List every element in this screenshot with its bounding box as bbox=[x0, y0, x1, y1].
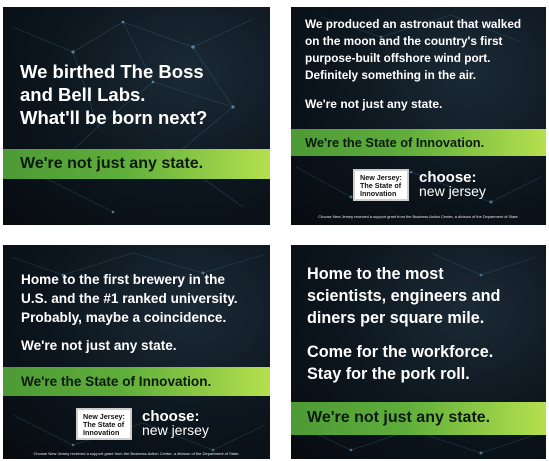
ad-panel-astronaut-wind-port: We produced an astronaut that walked on … bbox=[291, 7, 546, 225]
ad-4-headline-line-3: diners per square mile. bbox=[307, 309, 485, 327]
ad-4-band-text: We're not just any state. bbox=[307, 409, 491, 426]
ad-1-band-text: We're not just any state. bbox=[20, 155, 204, 172]
ad-1-green-band: We're not just any state. bbox=[3, 149, 270, 179]
ad-2-headline-line-3: purpose-built offshore wind port. bbox=[305, 51, 491, 65]
ad-2-headline-line-4: Definitely something in the air. bbox=[305, 68, 477, 82]
ad-panel-brewery-university: Home to the first brewery in the U.S. an… bbox=[3, 245, 270, 459]
ad-3-headline-line-1: Home to the first brewery in the bbox=[21, 272, 225, 287]
ad-2-choose-nj-logo: New Jersey: The State of Innovation choo… bbox=[353, 169, 486, 201]
ad-2-logo-wordmark-line-2: new jersey bbox=[419, 183, 486, 200]
ad-2-fine-print: Choose New Jersey received a support gra… bbox=[318, 214, 519, 219]
ad-1-headline-line-3: What'll be born next? bbox=[20, 107, 208, 128]
ad-2-logo-box: New Jersey: The State of Innovation bbox=[353, 169, 409, 201]
ad-2-logo-box-line-3: Innovation bbox=[360, 188, 397, 198]
ad-1-headline-line-1: We birthed The Boss bbox=[20, 61, 204, 82]
ad-3-logo-box: New Jersey: The State of Innovation bbox=[76, 408, 132, 440]
ad-3-headline-line-2: U.S. and the #1 ranked university. bbox=[21, 291, 238, 306]
ad-4-subline-line-2: Stay for the pork roll. bbox=[307, 365, 470, 383]
ad-3-headline-line-3: Probably, maybe a coincidence. bbox=[21, 310, 227, 325]
ad-3-subline: We're not just any state. bbox=[21, 338, 177, 353]
ad-4-green-band: We're not just any state. bbox=[291, 402, 546, 435]
ad-3-fine-print: Choose New Jersey received a support gra… bbox=[33, 451, 240, 456]
ad-3-choose-nj-logo: New Jersey: The State of Innovation choo… bbox=[76, 408, 209, 440]
ad-2-green-band: We're the State of Innovation. bbox=[291, 129, 546, 156]
ad-panel-boss-bell-labs: We birthed The Boss and Bell Labs. What'… bbox=[3, 7, 270, 225]
ad-2-headline-line-1: We produced an astronaut that walked bbox=[305, 17, 522, 31]
ad-3-green-band: We're the State of Innovation. bbox=[3, 367, 270, 396]
ad-4-headline-line-1: Home to the most bbox=[307, 265, 444, 283]
ad-3-logo-box-line-3: Innovation bbox=[83, 427, 120, 437]
ad-3-logo-wordmark-line-2: new jersey bbox=[142, 422, 209, 439]
ad-3-logo-wordmark: choose: new jersey bbox=[142, 409, 209, 439]
ad-1-headline-line-2: and Bell Labs. bbox=[20, 84, 146, 105]
ad-3-band-text: We're the State of Innovation. bbox=[21, 374, 212, 389]
ad-panel-scientists-pork-roll: Home to the most scientists, engineers a… bbox=[291, 245, 546, 459]
ad-2-headline-line-2: on the moon and the country's first bbox=[305, 34, 503, 48]
ad-2-subline: We're not just any state. bbox=[305, 97, 443, 111]
ad-4-subline-line-1: Come for the workforce. bbox=[307, 343, 494, 361]
ad-2-logo-wordmark: choose: new jersey bbox=[419, 170, 486, 200]
ad-4-headline-line-2: scientists, engineers and bbox=[307, 287, 501, 305]
ad-2-band-text: We're the State of Innovation. bbox=[305, 135, 485, 150]
